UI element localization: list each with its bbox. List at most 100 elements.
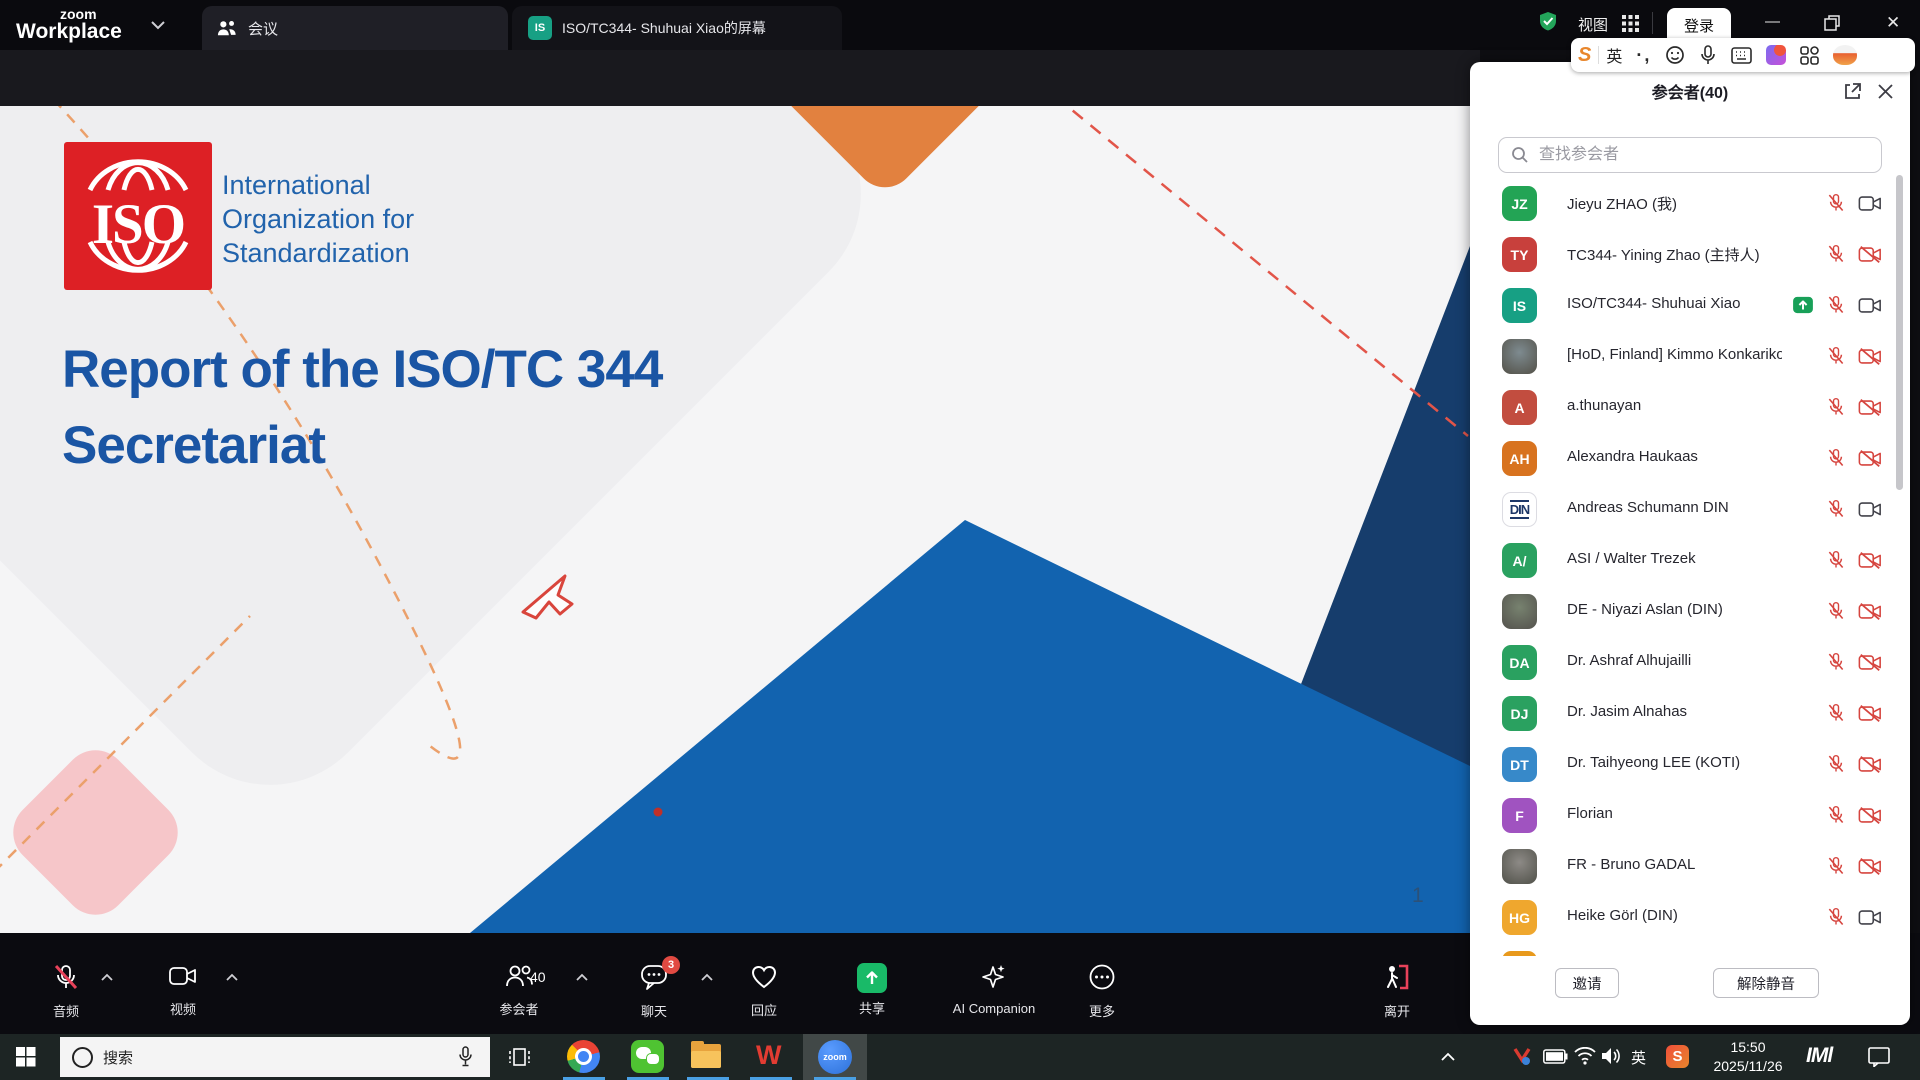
- participant-search-input[interactable]: [1537, 145, 1841, 165]
- restore-button[interactable]: [1824, 15, 1840, 31]
- login-button[interactable]: 登录: [1667, 8, 1731, 42]
- participant-row[interactable]: Aa.thunayan: [1470, 382, 1910, 433]
- task-view-button[interactable]: [508, 1046, 531, 1068]
- participant-row[interactable]: DTDr. Taihyeong LEE (KOTI): [1470, 739, 1910, 790]
- participant-row[interactable]: DE - Niyazi Aslan (DIN): [1470, 586, 1910, 637]
- participants-button[interactable]: 40 参会者: [464, 963, 574, 1018]
- ime-lang-toggle[interactable]: 英: [1606, 43, 1622, 67]
- tray-expand-icon[interactable]: [1440, 1051, 1456, 1062]
- participants-count: 40: [530, 969, 546, 985]
- search-mic-icon[interactable]: [458, 1046, 473, 1067]
- participant-row[interactable]: DIN Andreas Schumann DIN: [1470, 484, 1910, 535]
- sogou-logo-icon[interactable]: S: [1578, 44, 1591, 67]
- leave-label: 离开: [1342, 1001, 1452, 1020]
- close-panel-icon[interactable]: [1877, 83, 1894, 100]
- zoom-app-icon[interactable]: zoom: [818, 1040, 852, 1074]
- org-line3: Standardization: [222, 236, 414, 270]
- participant-row[interactable]: AHAlexandra Haukaas: [1470, 433, 1910, 484]
- clock-date: 2025/11/26: [1700, 1057, 1796, 1076]
- participant-search[interactable]: [1498, 137, 1882, 173]
- ime-punctuation-icon[interactable]: ·,: [1636, 50, 1651, 60]
- reactions-button[interactable]: 回应: [709, 963, 819, 1019]
- battery-icon[interactable]: [1543, 1049, 1568, 1064]
- keyboard-icon[interactable]: [1731, 47, 1752, 64]
- avatar: TY: [1502, 237, 1537, 272]
- scrollbar[interactable]: [1896, 175, 1903, 490]
- file-explorer-app-icon[interactable]: [691, 1040, 721, 1068]
- slide-title-line1: Report of the ISO/TC 344: [62, 332, 962, 408]
- toolbox-grid-icon[interactable]: [1800, 46, 1819, 65]
- participant-row[interactable]: ISISO/TC344- Shuhuai Xiao: [1470, 280, 1910, 331]
- tab-meeting[interactable]: 会议: [202, 6, 508, 50]
- tab-shared-screen[interactable]: IS ISO/TC344- Shuhuai Xiao的屏幕: [512, 6, 842, 50]
- taskbar-search[interactable]: 搜索: [60, 1037, 490, 1077]
- avatar: DT: [1502, 747, 1537, 782]
- avatar: [1502, 849, 1537, 884]
- video-label: 视频: [128, 999, 238, 1018]
- wechat-app-icon[interactable]: [631, 1040, 664, 1073]
- participant-row[interactable]: DJDr. Jasim Alnahas: [1470, 688, 1910, 739]
- view-grid-icon[interactable]: [1622, 15, 1639, 32]
- invite-button[interactable]: 邀请: [1555, 968, 1619, 998]
- avatar: DIN: [1502, 492, 1537, 527]
- audio-chevron-icon[interactable]: [100, 973, 114, 982]
- unmute-button[interactable]: 解除静音: [1713, 968, 1819, 998]
- chevron-down-icon[interactable]: [150, 20, 166, 30]
- participant-row[interactable]: FFlorian: [1470, 790, 1910, 841]
- tray-lang-indicator[interactable]: 英: [1631, 1047, 1646, 1068]
- video-camera-icon: [168, 963, 198, 989]
- mic-muted-icon: [1826, 754, 1846, 774]
- participant-row[interactable]: [1470, 943, 1910, 956]
- voice-input-icon[interactable]: [1699, 45, 1717, 65]
- audio-button[interactable]: 音频: [11, 963, 121, 1020]
- camera-off-icon: [1858, 602, 1882, 621]
- more-button[interactable]: 更多: [1047, 963, 1157, 1020]
- tab-meeting-label: 会议: [248, 18, 278, 39]
- volume-icon[interactable]: [1601, 1046, 1623, 1066]
- participant-row[interactable]: FR - Bruno GADAL: [1470, 841, 1910, 892]
- zoom-brand-bottom: Workplace: [16, 20, 122, 44]
- participant-row[interactable]: DADr. Ashraf Alhujailli: [1470, 637, 1910, 688]
- taskbar-clock[interactable]: 15:50 2025/11/26: [1700, 1038, 1796, 1076]
- wps-app-icon[interactable]: W: [756, 1040, 779, 1071]
- participant-row[interactable]: JZJieyu ZHAO (我): [1470, 178, 1910, 229]
- view-button[interactable]: 视图: [1578, 14, 1608, 35]
- chat-button[interactable]: 3 聊天: [599, 963, 709, 1020]
- tray-app-icon[interactable]: [1513, 1046, 1534, 1067]
- share-button[interactable]: 共享: [817, 963, 927, 1017]
- participant-name: Andreas Schumann DIN: [1567, 499, 1729, 516]
- close-button[interactable]: ✕: [1886, 13, 1900, 33]
- participant-row[interactable]: A/ASI / Walter Trezek: [1470, 535, 1910, 586]
- popout-icon[interactable]: [1843, 82, 1862, 101]
- skin-icon[interactable]: [1766, 45, 1786, 65]
- avatar: F: [1502, 798, 1537, 833]
- mic-muted-icon: [1826, 652, 1846, 672]
- camera-off-icon: [1858, 806, 1882, 825]
- participant-row[interactable]: TYTC344- Yining Zhao (主持人): [1470, 229, 1910, 280]
- participant-name: DE - Niyazi Aslan (DIN): [1567, 601, 1723, 618]
- emoji-icon[interactable]: [1665, 45, 1685, 65]
- participant-row[interactable]: [HoD, Finland] Kimmo Konkarikoski: [1470, 331, 1910, 382]
- zoom-workplace-window: zoom Workplace 会议 IS ISO/TC344- Shuhuai …: [0, 0, 1920, 1080]
- avatar: A/: [1502, 543, 1537, 578]
- ai-companion-button[interactable]: AI Companion: [939, 963, 1049, 1016]
- action-center-icon[interactable]: [1868, 1047, 1890, 1067]
- avatar: JZ: [1502, 186, 1537, 221]
- people-icon: [216, 18, 238, 38]
- ime-mascot-icon[interactable]: [1833, 45, 1857, 65]
- security-shield-icon[interactable]: [1538, 11, 1558, 31]
- video-button[interactable]: 视频: [128, 963, 238, 1018]
- video-chevron-icon[interactable]: [225, 973, 239, 982]
- chrome-app-icon[interactable]: [567, 1040, 600, 1073]
- imi-tray-logo[interactable]: IMl1: [1806, 1044, 1920, 1068]
- leave-button[interactable]: 离开: [1342, 963, 1452, 1020]
- sogou-tray-icon[interactable]: S: [1666, 1045, 1689, 1068]
- participants-chevron-icon[interactable]: [575, 973, 589, 982]
- minimize-button[interactable]: —: [1765, 13, 1780, 30]
- heart-icon: [750, 963, 778, 990]
- share-label: 共享: [817, 998, 927, 1017]
- windows-start-button[interactable]: [16, 1047, 36, 1067]
- wifi-icon[interactable]: [1574, 1047, 1596, 1065]
- participant-row[interactable]: HGHeike Görl (DIN): [1470, 892, 1910, 943]
- participant-name: [HoD, Finland] Kimmo Konkarikoski: [1567, 346, 1782, 363]
